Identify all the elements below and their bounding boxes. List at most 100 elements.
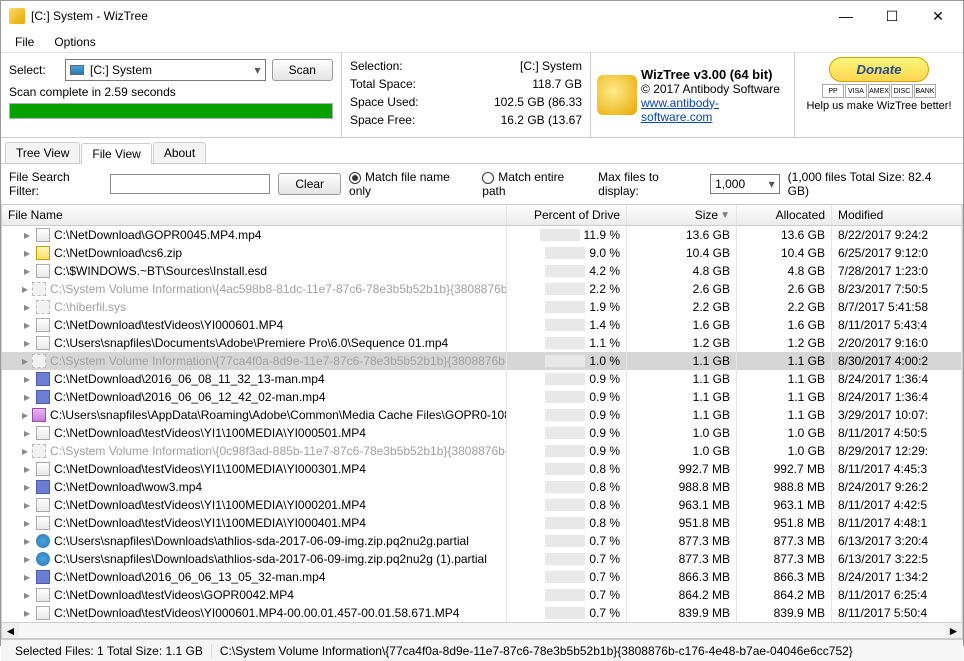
expand-icon[interactable]: ▸ xyxy=(22,408,28,422)
file-grid[interactable]: ▸C:\NetDownload\GOPR0045.MP4.mp411.9 %13… xyxy=(1,226,963,622)
table-row[interactable]: ▸C:\NetDownload\cs6.zip9.0 %10.4 GB10.4 … xyxy=(2,244,962,262)
table-row[interactable]: ▸ C:\NetDownload\2016_06_06_12_42_02-man.… xyxy=(2,388,962,406)
col-allocated[interactable]: Allocated xyxy=(737,205,832,225)
table-row[interactable]: ▸C:\$WINDOWS.~BT\Sources\Install.esd4.2 … xyxy=(2,262,962,280)
expand-icon[interactable]: ▸ xyxy=(22,228,32,242)
tab-file-view[interactable]: File View xyxy=(81,143,151,164)
clear-button[interactable]: Clear xyxy=(278,173,341,195)
table-row[interactable]: ▸C:\NetDownload\2016_06_08_11_32_13-man.… xyxy=(2,370,962,388)
expand-icon[interactable]: ▸ xyxy=(22,570,32,584)
table-row[interactable]: ▸ C:\Users\snapfiles\Documents\Adobe\Prem… xyxy=(2,334,962,352)
table-row[interactable]: ▸C:\NetDownload\testVideos\YI1\100MEDIA\… xyxy=(2,460,962,478)
table-row[interactable]: ▸C:\NetDownload\testVideos\YI1\100MEDIA\… xyxy=(2,514,962,532)
file-icon xyxy=(32,444,46,458)
pct-value: 11.9 % xyxy=(584,228,620,242)
website-link[interactable]: www.antibody-software.com xyxy=(641,96,719,124)
table-row[interactable]: ▸C:\NetDownload\2016_06_06_13_05_32-man.… xyxy=(2,568,962,586)
expand-icon[interactable]: ▸ xyxy=(22,246,32,260)
maximize-button[interactable]: ☐ xyxy=(869,1,915,31)
col-modified[interactable]: Modified xyxy=(832,205,962,225)
file-name: C:\NetDownload\cs6.zip xyxy=(54,246,182,260)
expand-icon[interactable]: ▸ xyxy=(22,462,32,476)
table-row[interactable]: ▸C:\NetDownload\testVideos\YI000601.MP41… xyxy=(2,316,962,334)
table-row[interactable]: ▸C:\NetDownload\GOPR0045.MP4.mp411.9 %13… xyxy=(2,226,962,244)
scroll-left-icon[interactable]: ◄ xyxy=(2,623,19,638)
expand-icon[interactable]: ▸ xyxy=(22,426,32,440)
table-row[interactable]: ▸C:\System Volume Information\{77ca4f0a-… xyxy=(2,352,962,370)
scroll-track[interactable] xyxy=(19,623,945,638)
expand-icon[interactable]: ▸ xyxy=(22,498,32,512)
match-name-radio[interactable]: Match file name only xyxy=(349,170,474,198)
window-title: [C:] System - WizTree xyxy=(31,9,823,23)
expand-icon[interactable]: ▸ xyxy=(22,318,32,332)
free-label: Space Free: xyxy=(350,113,430,131)
size-value: 1.2 GB xyxy=(627,334,737,352)
tab-tree-view[interactable]: Tree View xyxy=(5,142,80,163)
mod-value: 8/11/2017 4:50:5 xyxy=(832,424,962,442)
col-filename[interactable]: File Name xyxy=(2,205,507,225)
expand-icon[interactable]: ▸ xyxy=(22,264,32,278)
table-row[interactable]: ▸C:\NetDownload\testVideos\YI000601.MP4-… xyxy=(2,604,962,622)
mod-value: 8/24/2017 1:34:2 xyxy=(832,568,962,586)
pct-value: 0.9 % xyxy=(589,372,620,386)
menu-options[interactable]: Options xyxy=(44,33,105,51)
table-row[interactable]: ▸C:\hiberfil.sys1.9 %2.2 GB2.2 GB8/7/201… xyxy=(2,298,962,316)
donate-button[interactable]: Donate xyxy=(829,57,928,82)
match-path-radio[interactable]: Match entire path xyxy=(482,170,590,198)
table-row[interactable]: ▸C:\System Volume Information\{4ac598b8-… xyxy=(2,280,962,298)
table-row[interactable]: ▸C:\NetDownload\testVideos\GOPR0042.MP40… xyxy=(2,586,962,604)
filter-label: File Search Filter: xyxy=(9,170,102,198)
col-percent[interactable]: Percent of Drive xyxy=(507,205,627,225)
file-icon xyxy=(36,336,50,350)
horizontal-scrollbar[interactable]: ◄ ► xyxy=(1,622,963,639)
card-icon: DISC xyxy=(891,84,913,98)
expand-icon[interactable]: ▸ xyxy=(22,516,32,530)
menu-file[interactable]: File xyxy=(5,33,44,51)
mod-value: 8/24/2017 1:36:4 xyxy=(832,388,962,406)
scroll-right-icon[interactable]: ► xyxy=(945,623,962,638)
expand-icon[interactable]: ▸ xyxy=(22,552,32,566)
app-name: WizTree v3.00 (64 bit) xyxy=(641,67,772,82)
mod-value: 6/13/2017 3:20:4 xyxy=(832,532,962,550)
expand-icon[interactable]: ▸ xyxy=(22,372,32,386)
filter-input[interactable] xyxy=(110,174,270,194)
tab-about[interactable]: About xyxy=(153,142,206,163)
expand-icon[interactable]: ▸ xyxy=(22,354,28,368)
close-button[interactable]: ✕ xyxy=(915,1,961,31)
table-row[interactable]: ▸C:\NetDownload\testVideos\YI1\100MEDIA\… xyxy=(2,496,962,514)
selection-label: Selection: xyxy=(350,59,430,77)
file-name: C:\NetDownload\2016_06_06_12_42_02-man.m… xyxy=(54,390,326,404)
scan-button[interactable]: Scan xyxy=(272,59,333,81)
expand-icon[interactable]: ▸ xyxy=(22,588,32,602)
expand-icon[interactable]: ▸ xyxy=(22,534,32,548)
max-files-combo[interactable]: 1,000 xyxy=(710,174,780,194)
expand-icon[interactable]: ▸ xyxy=(22,444,28,458)
file-icon xyxy=(36,606,50,620)
col-size[interactable]: Size▼ xyxy=(627,205,737,225)
mod-value: 8/11/2017 5:50:4 xyxy=(832,604,962,622)
expand-icon[interactable]: ▸ xyxy=(22,390,32,404)
file-name: C:\NetDownload\testVideos\GOPR0042.MP4 xyxy=(54,588,294,602)
table-row[interactable]: ▸C:\Users\snapfiles\AppData\Roaming\Adob… xyxy=(2,406,962,424)
minimize-button[interactable]: — xyxy=(823,1,869,31)
pct-value: 0.9 % xyxy=(589,408,620,422)
expand-icon[interactable]: ▸ xyxy=(22,282,28,296)
file-name: C:\Users\snapfiles\Documents\Adobe\Premi… xyxy=(54,336,448,350)
expand-icon[interactable]: ▸ xyxy=(22,606,32,620)
table-row[interactable]: ▸C:\NetDownload\wow3.mp40.8 %988.8 MB988… xyxy=(2,478,962,496)
card-icon: AMEX xyxy=(868,84,890,98)
expand-icon[interactable]: ▸ xyxy=(22,300,32,314)
table-row[interactable]: ▸C:\Users\snapfiles\Downloads\athlios-sd… xyxy=(2,532,962,550)
table-row[interactable]: ▸C:\Users\snapfiles\Downloads\athlios-sd… xyxy=(2,550,962,568)
table-row[interactable]: ▸C:\NetDownload\testVideos\YI1\100MEDIA\… xyxy=(2,424,962,442)
select-label: Select: xyxy=(9,63,59,77)
alloc-value: 1.0 GB xyxy=(737,442,832,460)
file-icon xyxy=(32,282,46,296)
expand-icon[interactable]: ▸ xyxy=(22,336,32,350)
col-size-label: Size xyxy=(695,208,718,222)
pct-value: 0.7 % xyxy=(589,534,620,548)
drive-combo[interactable]: [C:] System xyxy=(65,59,266,81)
table-row[interactable]: ▸C:\System Volume Information\{0c98f3ad-… xyxy=(2,442,962,460)
size-value: 963.1 MB xyxy=(627,496,737,514)
expand-icon[interactable]: ▸ xyxy=(22,480,32,494)
